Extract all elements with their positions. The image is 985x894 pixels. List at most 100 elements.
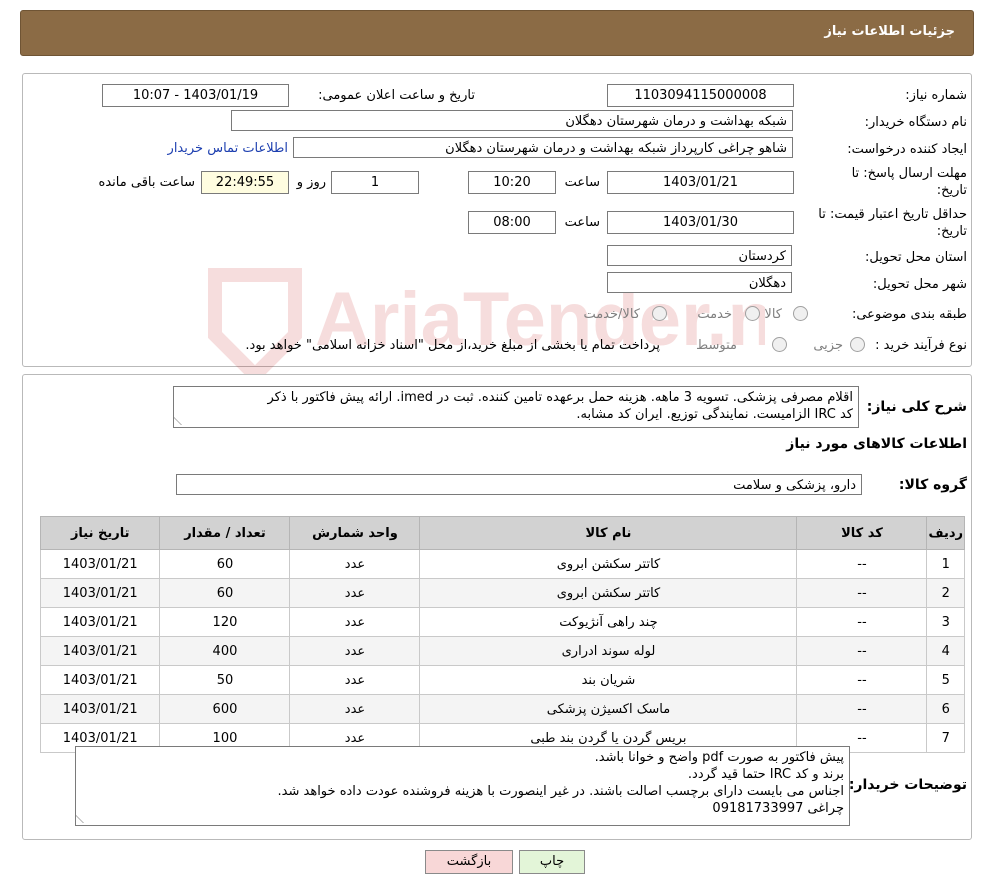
category-radio-service[interactable] <box>745 306 760 321</box>
days-label: روز و <box>296 175 326 190</box>
days-remaining-field: 1 <box>331 171 419 194</box>
col-name: نام کالا <box>419 516 798 550</box>
cell-code: -- <box>796 607 928 637</box>
city-field: دهگلان <box>607 272 792 293</box>
col-date: تاریخ نیاز <box>39 516 161 550</box>
buyer-contact-link[interactable]: اطلاعات تماس خریدار <box>168 141 288 156</box>
goods-info-title: اطلاعات کالاهای مورد نیاز <box>786 436 967 452</box>
validity-label-2: تاریخ: <box>936 224 967 239</box>
cell-date: 1403/01/21 <box>39 636 161 666</box>
cell-name: کاتتر سکشن ابروی <box>419 549 798 579</box>
category-option-service: خدمت <box>697 307 732 322</box>
cell-date: 1403/01/21 <box>39 665 161 695</box>
need-number-label: شماره نیاز: <box>905 88 967 103</box>
cell-qty: 120 <box>159 607 291 637</box>
announce-field: 1403/01/19 - 10:07 <box>102 84 289 107</box>
deadline-date-field: 1403/01/21 <box>607 171 794 194</box>
need-number-field: 1103094115000008 <box>607 84 794 107</box>
cell-name: شریان بند <box>419 665 798 695</box>
remaining-label: ساعت باقی مانده <box>98 175 195 190</box>
cell-qty: 50 <box>159 665 291 695</box>
cell-qty: 60 <box>159 578 291 608</box>
cell-qty: 600 <box>159 694 291 724</box>
cell-code: -- <box>796 578 928 608</box>
table-row: 4 -- لوله سوند ادراری عدد 400 1403/01/21 <box>39 636 965 666</box>
print-button[interactable]: چاپ <box>519 850 585 874</box>
cell-row: 5 <box>926 665 965 695</box>
goods-group-label: گروه کالا: <box>898 477 967 493</box>
cell-code: -- <box>796 665 928 695</box>
summary-label: شرح کلی نیاز: <box>866 399 967 415</box>
buyer-org-label: نام دستگاه خریدار: <box>864 115 967 130</box>
col-code: کد کالا <box>796 516 928 550</box>
goods-table-header: ردیف کد کالا نام کالا واحد شمارش تعداد /… <box>39 516 965 550</box>
cell-date: 1403/01/21 <box>39 549 161 579</box>
process-label: نوع فرآیند خرید : <box>875 338 967 353</box>
category-radio-both[interactable] <box>652 306 667 321</box>
page-header: جزئیات اطلاعات نیاز <box>20 10 974 56</box>
deadline-time-field: 10:20 <box>468 171 556 194</box>
deadline-label-2: تاریخ: <box>936 183 967 198</box>
buyer-note-line: برند و کد IRC حتما قید گردد. <box>687 767 844 782</box>
announce-label: تاریخ و ساعت اعلان عمومی: <box>318 88 475 103</box>
process-note: پرداخت تمام یا بخشی از مبلغ خرید،از محل … <box>245 338 660 353</box>
cell-name: کاتتر سکشن ابروی <box>419 578 798 608</box>
province-field: کردستان <box>607 245 792 266</box>
validity-label: حداقل تاریخ اعتبار قیمت: تا <box>818 207 967 222</box>
cell-date: 1403/01/21 <box>39 607 161 637</box>
cell-unit: عدد <box>289 578 421 608</box>
cell-code: -- <box>796 636 928 666</box>
cell-name: ماسک اکسیژن پزشکی <box>419 694 798 724</box>
cell-unit: عدد <box>289 549 421 579</box>
col-qty: تعداد / مقدار <box>159 516 291 550</box>
table-row: 1 -- کاتتر سکشن ابروی عدد 60 1403/01/21 <box>39 549 965 579</box>
process-radio-minor[interactable] <box>850 337 865 352</box>
cell-row: 6 <box>926 694 965 724</box>
cell-code: -- <box>796 694 928 724</box>
cell-row: 4 <box>926 636 965 666</box>
cell-row: 7 <box>926 723 965 753</box>
process-option-medium: متوسط <box>696 338 737 353</box>
cell-date: 1403/01/21 <box>39 578 161 608</box>
category-option-both: کالا/خدمت <box>583 307 640 322</box>
cell-row: 1 <box>926 549 965 579</box>
province-label: استان محل تحویل: <box>865 250 967 265</box>
cell-name: چند راهی آنژیوکت <box>419 607 798 637</box>
table-row: 5 -- شریان بند عدد 50 1403/01/21 <box>39 665 965 695</box>
page-title: جزئیات اطلاعات نیاز <box>824 24 955 39</box>
process-option-minor: جزیی <box>813 338 843 353</box>
deadline-label: مهلت ارسال پاسخ: تا <box>851 166 967 181</box>
col-row: ردیف <box>926 516 965 550</box>
buyer-note-line: چراغی 09181733997 <box>712 801 844 816</box>
table-row: 3 -- چند راهی آنژیوکت عدد 120 1403/01/21 <box>39 607 965 637</box>
back-button[interactable]: بازگشت <box>425 850 513 874</box>
cell-qty: 60 <box>159 549 291 579</box>
cell-row: 2 <box>926 578 965 608</box>
remaining-time-field: 22:49:55 <box>201 171 289 194</box>
cell-unit: عدد <box>289 607 421 637</box>
buyer-notes-label: توضیحات خریدار: <box>848 777 967 793</box>
buyer-note-line: پیش فاکتور به صورت pdf واضح و خوانا باشد… <box>594 750 844 765</box>
buyer-notes-textarea: پیش فاکتور به صورت pdf واضح و خوانا باشد… <box>75 746 850 826</box>
buyer-org-field: شبکه بهداشت و درمان شهرستان دهگلان <box>231 110 793 131</box>
creator-label: ایجاد کننده درخواست: <box>847 142 967 157</box>
validity-time-label: ساعت <box>564 215 600 230</box>
cell-qty: 400 <box>159 636 291 666</box>
validity-time-field: 08:00 <box>468 211 556 234</box>
process-radio-medium[interactable] <box>772 337 787 352</box>
summary-line-1: اقلام مصرفی پزشکی. تسویه 3 ماهه. هزینه ح… <box>267 390 853 405</box>
buyer-note-line: اجناس می بایست دارای برچسب اصالت باشند. … <box>277 784 844 799</box>
table-row: 2 -- کاتتر سکشن ابروی عدد 60 1403/01/21 <box>39 578 965 608</box>
col-unit: واحد شمارش <box>289 516 421 550</box>
cell-unit: عدد <box>289 665 421 695</box>
cell-row: 3 <box>926 607 965 637</box>
summary-textarea: اقلام مصرفی پزشکی. تسویه 3 ماهه. هزینه ح… <box>173 386 859 428</box>
deadline-time-label: ساعت <box>564 175 600 190</box>
category-radio-goods[interactable] <box>793 306 808 321</box>
table-row: 6 -- ماسک اکسیژن پزشکی عدد 600 1403/01/2… <box>39 694 965 724</box>
cell-code: -- <box>796 549 928 579</box>
cell-unit: عدد <box>289 694 421 724</box>
creator-field: شاهو چراغی کارپرداز شبکه بهداشت و درمان … <box>293 137 793 158</box>
validity-date-field: 1403/01/30 <box>607 211 794 234</box>
city-label: شهر محل تحویل: <box>872 277 967 292</box>
